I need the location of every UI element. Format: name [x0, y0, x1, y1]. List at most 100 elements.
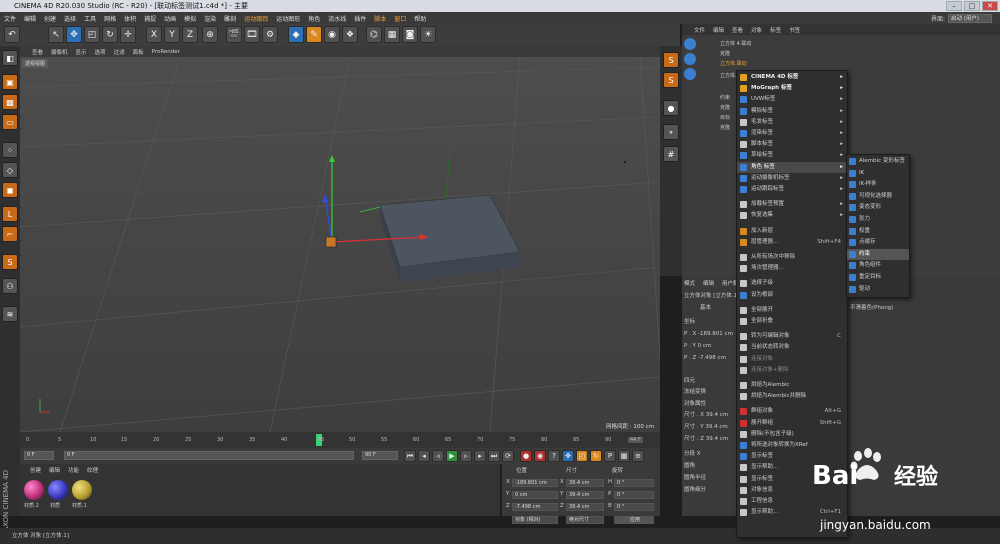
coord-pos-y[interactable]: 0 cm	[512, 491, 558, 499]
attr-phong-tab[interactable]: 平滑着色(Phong)	[850, 304, 893, 313]
submenu-item[interactable]: 张力	[847, 214, 909, 225]
preview-range-slider[interactable]: 0 F	[64, 451, 354, 460]
x-axis-toggle[interactable]: X	[146, 26, 162, 43]
key-scale-icon[interactable]: ◰	[576, 450, 588, 462]
menu-window[interactable]: 窗口	[394, 14, 406, 23]
om-row[interactable]: 目标	[700, 114, 730, 122]
camera-icon[interactable]: ◙	[402, 26, 418, 43]
context-menu-item[interactable]: 选择子级	[737, 278, 847, 289]
om-row[interactable]: 克隆	[700, 50, 730, 58]
attr-fillet[interactable]: 圆角	[684, 462, 695, 471]
current-frame-field[interactable]: 44 F	[628, 437, 643, 443]
key-rotation-icon[interactable]: ↻	[590, 450, 602, 462]
context-menu-item[interactable]: 删除(不包含子级)	[737, 429, 847, 440]
key-pla-icon[interactable]: ▦	[618, 450, 630, 462]
world-coord-icon[interactable]: ⊕	[202, 26, 218, 43]
submenu-item[interactable]: 驱动	[847, 284, 909, 295]
coord-pos-z[interactable]: -7.498 cm	[512, 503, 558, 511]
coord-rot-p[interactable]: 0 °	[614, 491, 654, 499]
menu-plugins[interactable]: 插件	[354, 14, 366, 23]
menu-edit[interactable]: 编辑	[24, 14, 36, 23]
record-key-icon[interactable]: ●	[520, 450, 532, 462]
lock-workplane-icon[interactable]: ⚇	[2, 278, 18, 294]
points-mode-icon[interactable]: ⁘	[2, 142, 18, 158]
make-editable-icon[interactable]: ◧	[2, 50, 18, 66]
layer-icon[interactable]: ≋	[2, 306, 18, 322]
mat-menu-edit[interactable]: 编辑	[49, 466, 60, 474]
coord-size-mode-select[interactable]: 绝对尺寸	[566, 516, 604, 524]
context-menu-item[interactable]: 模拟标签 ▸	[737, 106, 847, 117]
om-object-icon-2[interactable]	[684, 53, 696, 65]
coord-size-x[interactable]: 39.4 cm	[566, 479, 604, 487]
menu-volume[interactable]: 体积	[124, 14, 136, 23]
context-menu-item[interactable]: 脚本标签 ▸	[737, 139, 847, 150]
scheme-icon[interactable]: ≡	[632, 450, 644, 462]
context-menu-item[interactable]: MoGraph 标签 ▸	[737, 83, 847, 94]
context-menu-item[interactable]: 场次管理器...	[737, 263, 847, 274]
next-key-icon[interactable]: ▸	[474, 450, 486, 462]
close-button[interactable]: ✕	[982, 1, 998, 11]
context-menu-item[interactable]: 加入新层	[737, 226, 847, 237]
edges-mode-icon[interactable]: ◇	[2, 162, 18, 178]
cube-object-icon[interactable]: ◆	[288, 26, 304, 43]
context-menu-item[interactable]: 展开群组 Shift+G	[737, 418, 847, 429]
attr-pz[interactable]: P . Z -7.498 cm	[684, 354, 726, 363]
context-menu-item[interactable]: 全部折叠	[737, 316, 847, 327]
menu-mograph[interactable]: 运动图形	[276, 14, 300, 23]
context-menu-item[interactable]: 转为可编辑对象 C	[737, 331, 847, 342]
context-menu-item[interactable]: 毛发标签 ▸	[737, 117, 847, 128]
attr-fillet-radius[interactable]: 圆角半径	[684, 474, 706, 483]
submenu-item[interactable]: 点缓存	[847, 237, 909, 248]
menu-select[interactable]: 选择	[64, 14, 76, 23]
viewport-menu-options[interactable]: 选项	[95, 48, 106, 56]
subdivision-icon[interactable]: ◉	[324, 26, 340, 43]
enable-axis-icon[interactable]: L	[2, 206, 18, 222]
om-menu-bookmarks[interactable]: 书签	[789, 26, 800, 34]
submenu-item[interactable]: 可视化选择器	[847, 191, 909, 202]
viewport-menu-prorender[interactable]: ProRender	[152, 49, 180, 55]
autokey-icon[interactable]: ◉	[534, 450, 546, 462]
3d-viewport[interactable]: 透视视图 网格间距 : 100 cm	[20, 57, 660, 432]
viewport-menu-view[interactable]: 查看	[32, 48, 43, 56]
texture-mode-icon[interactable]: ▩	[2, 94, 18, 110]
floor-icon[interactable]: ▦	[384, 26, 400, 43]
rotate-tool-icon[interactable]: ↻	[102, 26, 118, 43]
om-row[interactable]: 立方体 4.联动	[700, 40, 751, 48]
context-menu-item[interactable]: 恢复选集 ▸	[737, 210, 847, 221]
timeline-ruler[interactable]	[20, 432, 660, 448]
context-menu-item[interactable]: UVW标签 ▸	[737, 94, 847, 105]
context-menu-item[interactable]: 角色 标签 ▸	[737, 161, 847, 173]
context-menu-item[interactable]: 当前状态转对象	[737, 342, 847, 353]
submenu-item[interactable]: 权重	[847, 226, 909, 237]
submenu-item[interactable]: 重定目标	[847, 272, 909, 283]
context-menu-item[interactable]: CINEMA 4D 标签 ▸	[737, 72, 847, 83]
context-menu-item[interactable]: 草绘标签 ▸	[737, 150, 847, 161]
menu-animate[interactable]: 动画	[164, 14, 176, 23]
menu-character[interactable]: 角色	[308, 14, 320, 23]
move-tool-icon[interactable]: ✥	[66, 26, 82, 43]
polygons-mode-icon[interactable]: ◼	[2, 182, 18, 198]
viewport-menu-filter[interactable]: 过滤	[114, 48, 125, 56]
attr-py[interactable]: P . Y 0 cm	[684, 342, 711, 351]
y-axis-toggle[interactable]: Y	[164, 26, 180, 43]
menu-script[interactable]: 脚本	[374, 14, 386, 23]
submenu-item[interactable]: 姿态变形	[847, 202, 909, 213]
om-menu-edit[interactable]: 编辑	[713, 26, 724, 34]
coord-pos-x[interactable]: -189.801 cm	[512, 479, 558, 487]
next-frame-icon[interactable]: ▹	[460, 450, 472, 462]
apply-button[interactable]: 应用	[614, 516, 654, 524]
om-menu-view[interactable]: 查看	[732, 26, 743, 34]
viewport-menu-display[interactable]: 显示	[76, 48, 87, 56]
menu-create[interactable]: 创建	[44, 14, 56, 23]
key-position-icon[interactable]: ✥	[562, 450, 574, 462]
coord-rot-h[interactable]: 0 °	[614, 479, 654, 487]
maximize-button[interactable]: □	[964, 1, 980, 11]
attr-tab-mode[interactable]: 模式	[684, 279, 695, 287]
menu-help[interactable]: 帮助	[414, 14, 426, 23]
submenu-item[interactable]: Alembic 变形标签	[847, 156, 909, 167]
key-selection-icon[interactable]: ?	[548, 450, 560, 462]
recent-tool-icon[interactable]: ✛	[120, 26, 136, 43]
play-icon[interactable]: ▶	[446, 450, 458, 462]
attr-px[interactable]: P . X -189.801 cm	[684, 330, 733, 339]
context-menu-item[interactable]: 渲染标签 ▸	[737, 128, 847, 139]
